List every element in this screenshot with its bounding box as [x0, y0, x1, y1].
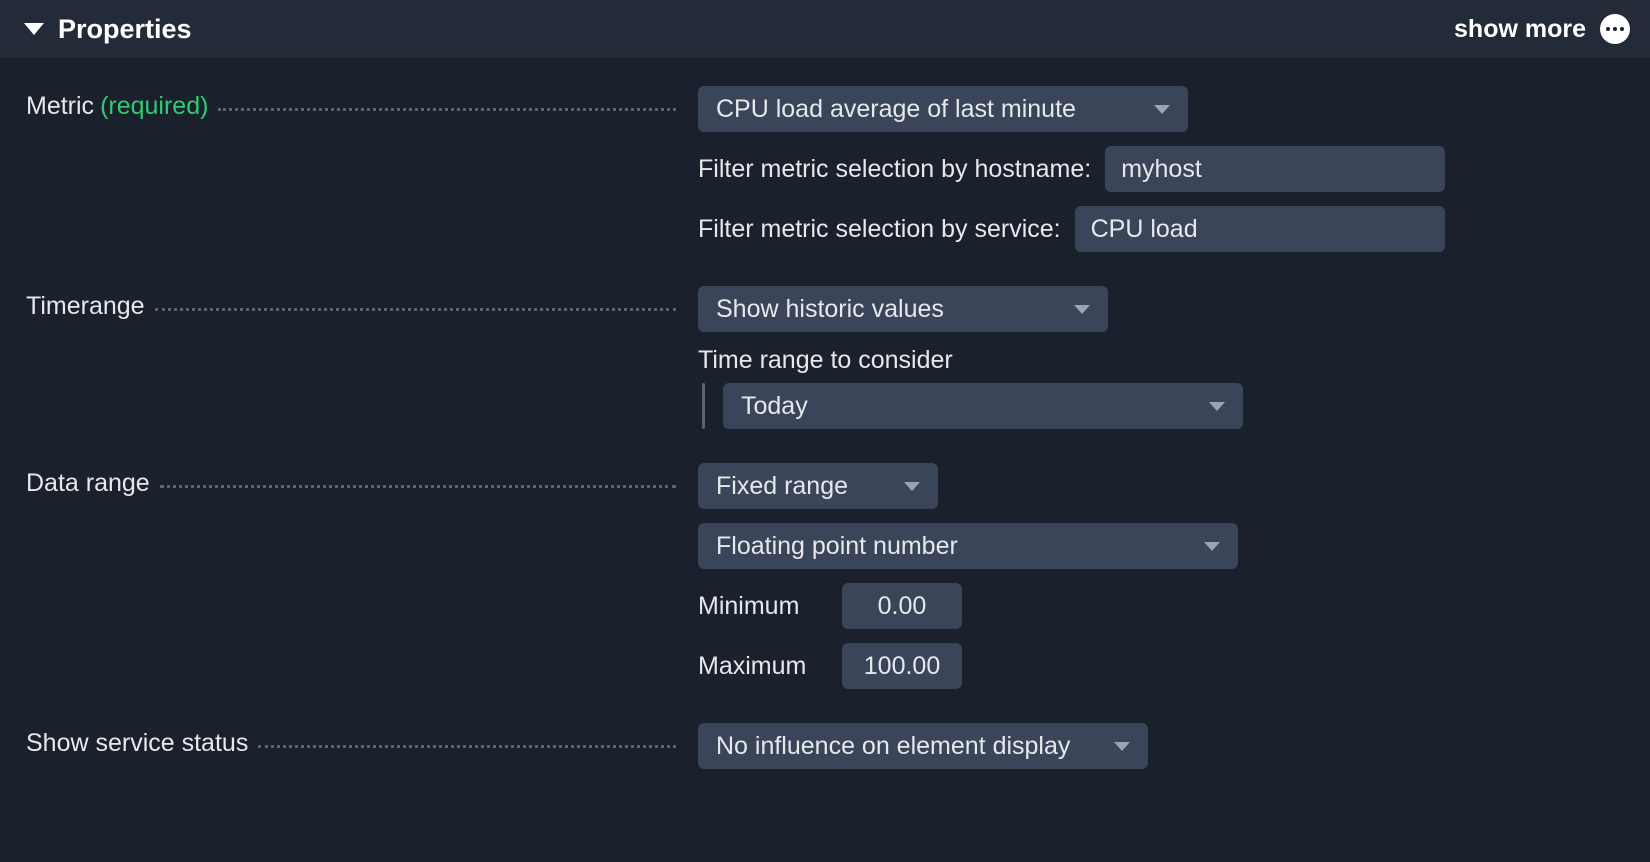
maximum-input[interactable] [842, 643, 962, 689]
dotted-leader [258, 745, 676, 748]
datarange-mode-value: Fixed range [716, 472, 848, 501]
maximum-label: Maximum [698, 652, 828, 681]
row-datarange: Data range Fixed range Floating point nu… [26, 463, 1630, 689]
label-col: Timerange [26, 286, 676, 321]
row-metric: Metric (required) CPU load average of la… [26, 86, 1630, 252]
metric-select[interactable]: CPU load average of last minute [698, 86, 1188, 132]
control-col: No influence on element display [676, 723, 1630, 769]
chevron-down-icon [1114, 742, 1130, 751]
header-right: show more [1454, 14, 1630, 44]
show-more-link[interactable]: show more [1454, 15, 1586, 44]
timerange-sub-select-value: Today [741, 392, 808, 421]
header-left[interactable]: Properties [24, 14, 192, 45]
status-label: Show service status [26, 729, 248, 758]
chevron-down-icon [1204, 542, 1220, 551]
filter-host-input[interactable] [1105, 146, 1445, 192]
dotted-leader [218, 108, 676, 111]
label-col: Show service status [26, 723, 676, 758]
minimum-row: Minimum [698, 583, 1630, 629]
datarange-type-select[interactable]: Floating point number [698, 523, 1238, 569]
row-status: Show service status No influence on elem… [26, 723, 1630, 769]
dot-icon [1620, 27, 1624, 31]
maximum-row: Maximum [698, 643, 1630, 689]
datarange-label: Data range [26, 469, 150, 498]
status-select-value: No influence on element display [716, 732, 1070, 761]
minimum-label: Minimum [698, 592, 828, 621]
timerange-sub-select[interactable]: Today [723, 383, 1243, 429]
chevron-down-icon [1209, 402, 1225, 411]
properties-header: Properties show more [0, 0, 1650, 58]
control-col: CPU load average of last minute Filter m… [676, 86, 1630, 252]
filter-service-label: Filter metric selection by service: [698, 215, 1061, 244]
status-select[interactable]: No influence on element display [698, 723, 1148, 769]
chevron-down-icon [1154, 105, 1170, 114]
control-col: Show historic values Time range to consi… [676, 286, 1630, 429]
filter-service-input[interactable] [1075, 206, 1445, 252]
properties-body: Metric (required) CPU load average of la… [0, 58, 1650, 789]
datarange-type-value: Floating point number [716, 532, 958, 561]
timerange-sub-label: Time range to consider [698, 346, 1630, 375]
chevron-down-icon [904, 482, 920, 491]
collapse-icon [24, 23, 44, 35]
chevron-down-icon [1074, 305, 1090, 314]
datarange-mode-select[interactable]: Fixed range [698, 463, 938, 509]
control-col: Fixed range Floating point number Minimu… [676, 463, 1630, 689]
timerange-select-value: Show historic values [716, 295, 944, 324]
indent-bar [702, 383, 705, 429]
header-title: Properties [58, 14, 192, 45]
dotted-leader [160, 485, 676, 488]
timerange-label: Timerange [26, 292, 145, 321]
metric-filter-service-row: Filter metric selection by service: [698, 206, 1630, 252]
minimum-input[interactable] [842, 583, 962, 629]
timerange-select[interactable]: Show historic values [698, 286, 1108, 332]
filter-host-label: Filter metric selection by hostname: [698, 155, 1091, 184]
metric-required: (required) [100, 92, 208, 121]
metric-select-value: CPU load average of last minute [716, 95, 1076, 124]
timerange-sub-indent: Today [698, 383, 1630, 429]
dotted-leader [155, 308, 676, 311]
dot-icon [1613, 27, 1617, 31]
metric-filter-host-row: Filter metric selection by hostname: [698, 146, 1630, 192]
label-col: Data range [26, 463, 676, 498]
metric-label: Metric [26, 92, 94, 121]
more-menu-button[interactable] [1600, 14, 1630, 44]
label-col: Metric (required) [26, 86, 676, 121]
dot-icon [1606, 27, 1610, 31]
row-timerange: Timerange Show historic values Time rang… [26, 286, 1630, 429]
timerange-sub: Time range to consider Today [698, 346, 1630, 429]
